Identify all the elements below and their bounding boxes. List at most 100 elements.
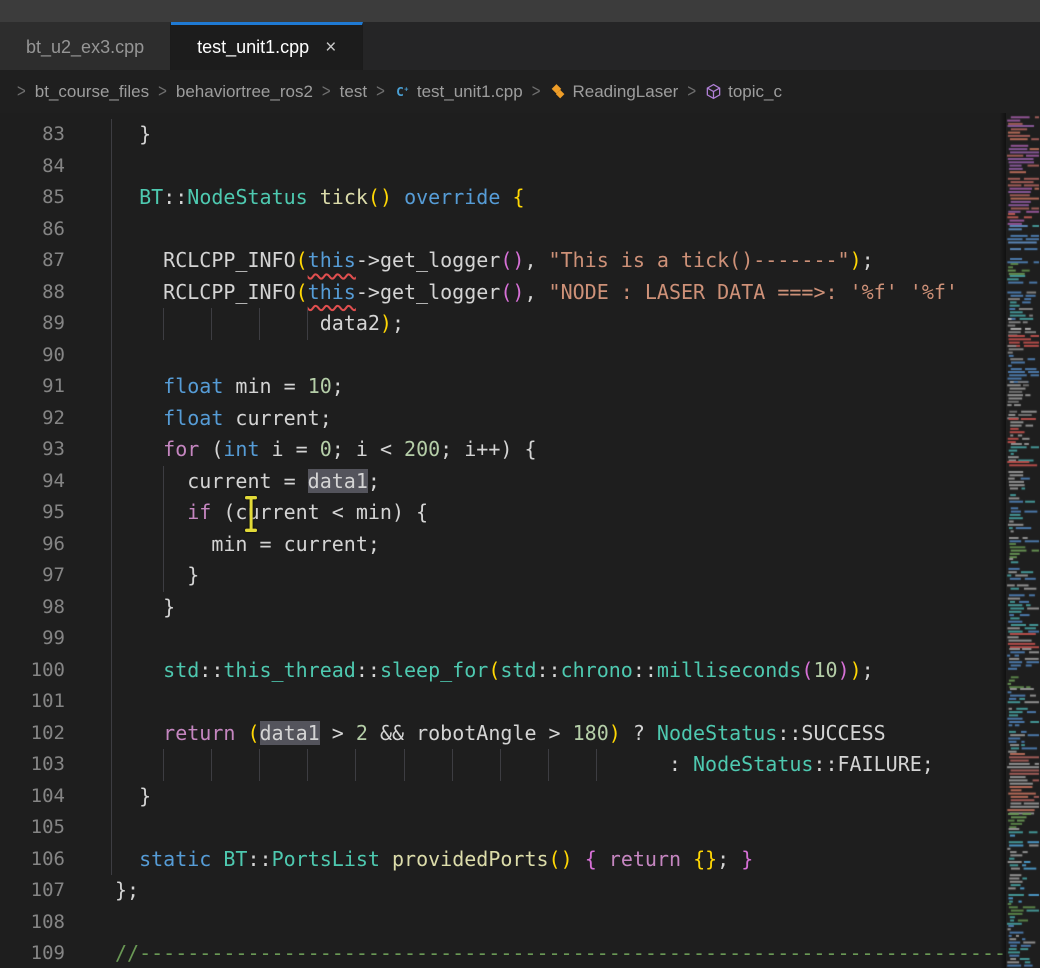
code-text[interactable]: min = current; — [115, 529, 380, 561]
line-number[interactable]: 85 — [0, 182, 65, 214]
tab-test_unit1-cpp[interactable]: test_unit1.cpp × — [171, 22, 363, 70]
indent-guide — [111, 749, 112, 781]
code-line[interactable]: 102 return (data1 > 2 && robotAngle > 18… — [0, 718, 1040, 750]
code-line[interactable]: 104 } — [0, 781, 1040, 813]
code-line[interactable]: 93 for (int i = 0; i < 200; i++) { — [0, 434, 1040, 466]
line-number[interactable]: 109 — [0, 938, 65, 968]
breadcrumb-item-bt_course_files[interactable]: bt_course_files — [35, 82, 149, 102]
code-line[interactable]: 90 — [0, 340, 1040, 372]
indent-guide — [111, 277, 112, 309]
line-number[interactable]: 105 — [0, 812, 65, 844]
code-line[interactable]: 108 — [0, 907, 1040, 939]
code-line[interactable]: 100 std::this_thread::sleep_for(std::chr… — [0, 655, 1040, 687]
code-text[interactable]: } — [115, 592, 175, 624]
line-number[interactable]: 102 — [0, 718, 65, 750]
class-icon — [549, 83, 566, 100]
code-line[interactable]: 92 float current; — [0, 403, 1040, 435]
line-number[interactable]: 91 — [0, 371, 65, 403]
chevron-right-icon: > — [532, 81, 541, 102]
line-number[interactable]: 87 — [0, 245, 65, 277]
code-text[interactable]: : NodeStatus::FAILURE; — [115, 749, 934, 781]
code-line[interactable]: 95 if (current < min) { — [0, 497, 1040, 529]
tab-bar: bt_u2_ex3.cpp test_unit1.cpp × — [0, 22, 1040, 70]
line-number[interactable]: 107 — [0, 875, 65, 907]
code-text[interactable]: //--------------------------------------… — [115, 938, 1018, 968]
cpp-file-icon: C+ — [394, 83, 411, 100]
code-line[interactable]: 103 : NodeStatus::FAILURE; — [0, 749, 1040, 781]
code-text[interactable]: } — [115, 560, 199, 592]
code-line[interactable]: 83 } — [0, 119, 1040, 151]
code-text[interactable]: float min = 10; — [115, 371, 344, 403]
line-number[interactable]: 92 — [0, 403, 65, 435]
code-text[interactable]: for (int i = 0; i < 200; i++) { — [115, 434, 536, 466]
indent-guide — [111, 340, 112, 372]
code-line[interactable]: 88 RCLCPP_INFO(this->get_logger(), "NODE… — [0, 277, 1040, 309]
line-number[interactable]: 100 — [0, 655, 65, 687]
code-line[interactable]: 91 float min = 10; — [0, 371, 1040, 403]
code-text[interactable]: BT::NodeStatus tick() override { — [115, 182, 524, 214]
line-number[interactable]: 103 — [0, 749, 65, 781]
svg-text:+: + — [404, 85, 409, 94]
code-text[interactable]: if (current < min) { — [115, 497, 428, 529]
indent-guide — [111, 497, 112, 529]
line-number[interactable]: 104 — [0, 781, 65, 813]
breadcrumb-item-behaviortree_ros2[interactable]: behaviortree_ros2 — [176, 82, 313, 102]
code-line[interactable]: 98 } — [0, 592, 1040, 624]
code-line[interactable]: 105 — [0, 812, 1040, 844]
code-text[interactable]: RCLCPP_INFO(this->get_logger(), "NODE : … — [115, 277, 958, 309]
line-number[interactable]: 93 — [0, 434, 65, 466]
line-number[interactable]: 84 — [0, 151, 65, 183]
code-text[interactable]: current = data1; — [115, 466, 380, 498]
line-number[interactable]: 96 — [0, 529, 65, 561]
minimap[interactable] — [1006, 113, 1040, 968]
line-number[interactable]: 86 — [0, 214, 65, 246]
code-text[interactable]: } — [115, 781, 151, 813]
breadcrumb-item-topic_c[interactable]: topic_c — [705, 82, 782, 102]
breadcrumb-item-test_unit1-cpp[interactable]: C+test_unit1.cpp — [394, 82, 523, 102]
line-number[interactable]: 95 — [0, 497, 65, 529]
code-text[interactable]: }; — [115, 875, 139, 907]
code-line[interactable]: 87 RCLCPP_INFO(this->get_logger(), "This… — [0, 245, 1040, 277]
line-number[interactable]: 97 — [0, 560, 65, 592]
code-line[interactable]: 109 //-----------------------------------… — [0, 938, 1040, 968]
editor-pane[interactable]: 83 }8485 BT::NodeStatus tick() override … — [0, 113, 1040, 968]
line-number[interactable]: 108 — [0, 907, 65, 939]
code-line[interactable]: 86 — [0, 214, 1040, 246]
breadcrumb-label: bt_course_files — [35, 82, 149, 102]
indent-guide — [111, 151, 112, 183]
code-line[interactable]: 107}; — [0, 875, 1040, 907]
breadcrumb-item-ReadingLaser[interactable]: ReadingLaser — [549, 82, 678, 102]
code-line[interactable]: 89 data2); — [0, 308, 1040, 340]
line-number[interactable]: 99 — [0, 623, 65, 655]
code-line[interactable]: 99 — [0, 623, 1040, 655]
code-text[interactable]: RCLCPP_INFO(this->get_logger(), "This is… — [115, 245, 874, 277]
code-text[interactable]: } — [115, 119, 151, 151]
line-number[interactable]: 90 — [0, 340, 65, 372]
code-text[interactable]: std::this_thread::sleep_for(std::chrono:… — [115, 655, 874, 687]
breadcrumb-label: topic_c — [728, 82, 782, 102]
code-line[interactable]: 101 — [0, 686, 1040, 718]
code-text[interactable]: return (data1 > 2 && robotAngle > 180) ?… — [115, 718, 886, 750]
indent-guide — [111, 466, 112, 498]
code-text[interactable]: data2); — [115, 308, 404, 340]
line-number[interactable]: 101 — [0, 686, 65, 718]
code-line[interactable]: 97 } — [0, 560, 1040, 592]
line-number[interactable]: 89 — [0, 308, 65, 340]
line-number[interactable]: 94 — [0, 466, 65, 498]
tab-label: test_unit1.cpp — [197, 37, 309, 58]
code-line[interactable]: 84 — [0, 151, 1040, 183]
line-number[interactable]: 83 — [0, 119, 65, 151]
tab-bt_u2_ex3-cpp[interactable]: bt_u2_ex3.cpp — [0, 22, 171, 70]
line-number[interactable]: 88 — [0, 277, 65, 309]
code-line[interactable]: 96 min = current; — [0, 529, 1040, 561]
breadcrumb-item-test[interactable]: test — [340, 82, 367, 102]
tab-label: bt_u2_ex3.cpp — [26, 37, 144, 58]
code-line[interactable]: 106 static BT::PortsList providedPorts()… — [0, 844, 1040, 876]
code-text[interactable]: float current; — [115, 403, 332, 435]
code-text[interactable]: static BT::PortsList providedPorts() { r… — [115, 844, 753, 876]
line-number[interactable]: 106 — [0, 844, 65, 876]
tab-close-icon[interactable]: × — [325, 38, 336, 57]
line-number[interactable]: 98 — [0, 592, 65, 624]
code-line[interactable]: 85 BT::NodeStatus tick() override { — [0, 182, 1040, 214]
code-line[interactable]: 94 current = data1; — [0, 466, 1040, 498]
